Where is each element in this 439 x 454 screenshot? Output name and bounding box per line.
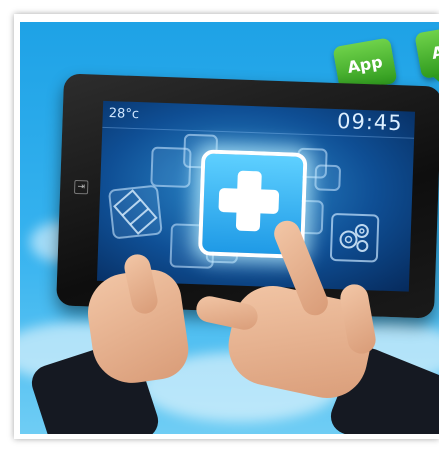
app-badge-label: App: [345, 52, 384, 77]
film-strip-icon[interactable]: [107, 183, 164, 240]
medical-cross-icon: [205, 153, 303, 232]
app-tile[interactable]: [314, 164, 342, 192]
tablet-side-button-icon[interactable]: ⇥: [73, 179, 89, 195]
app-badge-partial[interactable]: A: [414, 26, 439, 80]
clock-readout: 09:45: [336, 109, 404, 136]
app-badge-partial-label: A: [430, 42, 439, 63]
status-bar: 28°c 09:45: [102, 100, 416, 139]
photo-scene: App A ⇥ 28°c 09:45: [20, 22, 439, 434]
gear-icon[interactable]: [329, 212, 380, 263]
photo-frame: App A ⇥ 28°c 09:45: [14, 14, 439, 439]
temperature-readout: 28°c: [108, 106, 140, 123]
